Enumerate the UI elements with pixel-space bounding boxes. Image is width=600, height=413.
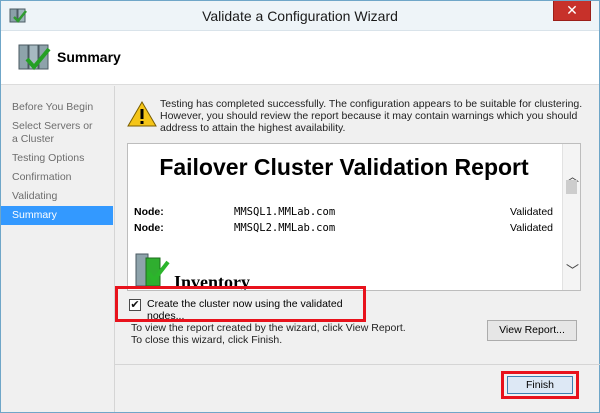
node-status: Validated: [510, 222, 554, 234]
report-scrollbar[interactable]: ︿ ﹀: [562, 144, 580, 290]
nav-item-validating[interactable]: Validating: [1, 187, 113, 206]
view-report-button[interactable]: View Report...: [487, 320, 577, 341]
warning-icon: [127, 101, 157, 127]
inventory-icon: [135, 253, 170, 287]
status-message: Testing has completed successfully. The …: [160, 98, 583, 134]
content-pane: Testing has completed successfully. The …: [114, 86, 600, 412]
nav-item-select-servers[interactable]: Select Servers or a Cluster: [1, 117, 101, 149]
window-title: Validate a Configuration Wizard: [202, 8, 398, 24]
page-title: Summary: [57, 49, 121, 65]
cluster-validation-icon: [18, 44, 51, 71]
nav-item-before-you-begin[interactable]: Before You Begin: [1, 98, 113, 117]
close-icon: ✕: [566, 2, 578, 18]
view-report-hint: To view the report created by the wizard…: [131, 322, 406, 334]
node-name: MMSQL1.MMLab.com: [234, 206, 336, 218]
title-bar[interactable]: Validate a Configuration Wizard ✕: [1, 1, 599, 31]
node-label: Node:: [134, 206, 164, 218]
node-label: Node:: [134, 222, 164, 234]
report-title: Failover Cluster Validation Report: [159, 154, 529, 180]
page-header: Summary: [1, 31, 599, 85]
divider: [115, 364, 600, 365]
scroll-thumb[interactable]: [566, 180, 577, 194]
node-status: Validated: [510, 206, 554, 218]
create-cluster-label[interactable]: Create the cluster now using the validat…: [147, 298, 363, 322]
finish-button[interactable]: Finish: [507, 376, 573, 394]
create-cluster-checkbox[interactable]: ✔: [129, 299, 141, 311]
wizard-window: Validate a Configuration Wizard ✕ Summar…: [0, 0, 600, 413]
nav-item-summary[interactable]: Summary: [1, 206, 113, 225]
close-button[interactable]: ✕: [553, 1, 591, 21]
nav-item-testing-options[interactable]: Testing Options: [1, 149, 113, 168]
nav-item-confirmation[interactable]: Confirmation: [1, 168, 113, 187]
close-wizard-hint: To close this wizard, click Finish.: [131, 334, 283, 346]
node-name: MMSQL2.MMLab.com: [234, 222, 336, 234]
wizard-step-nav: Before You Begin Select Servers or a Clu…: [1, 86, 113, 412]
create-cluster-highlight: ✔ Create the cluster now using the valid…: [115, 286, 366, 322]
finish-highlight: Finish: [501, 371, 579, 399]
validation-report-viewer[interactable]: Failover Cluster Validation Report Node:…: [127, 143, 581, 291]
chevron-down-icon[interactable]: ﹀: [566, 260, 579, 279]
